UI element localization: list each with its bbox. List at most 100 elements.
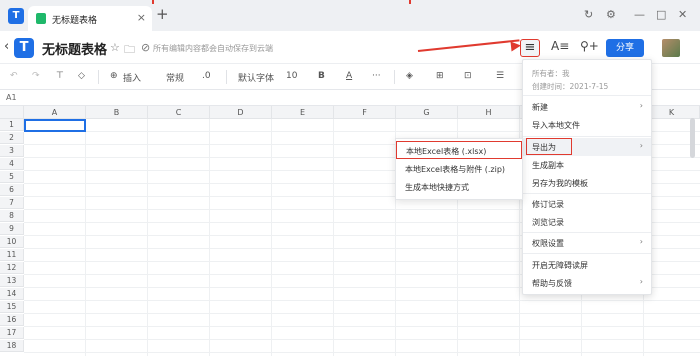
menu-item-export[interactable]: 导出为 ›	[523, 138, 651, 156]
row-header[interactable]: 11	[0, 249, 24, 261]
add-collaborator-icon[interactable]: ⚲+	[580, 39, 599, 53]
more-icon[interactable]: ···	[372, 71, 381, 81]
grid-line	[271, 119, 272, 356]
divider	[226, 70, 227, 84]
select-all-corner[interactable]	[0, 106, 24, 119]
insert-icon[interactable]: ⊕	[110, 71, 118, 81]
insert-button[interactable]: 插入	[123, 71, 141, 84]
grid-line	[24, 313, 700, 314]
avatar[interactable]	[662, 39, 680, 57]
font-style-icon[interactable]: A≡	[551, 39, 569, 53]
divider	[523, 253, 651, 254]
row-header[interactable]: 16	[0, 314, 24, 326]
star-icon[interactable]: ☆	[110, 41, 120, 54]
cell-reference[interactable]: A1	[6, 93, 17, 102]
logo-icon[interactable]: T	[14, 38, 34, 58]
number-format-dropdown[interactable]: 常规	[166, 71, 184, 84]
row-header[interactable]: 7	[0, 197, 24, 209]
export-xlsx-option[interactable]: 本地Excel表格 (.xlsx)	[396, 141, 522, 159]
border-icon[interactable]: ⊞	[436, 71, 444, 81]
row-header[interactable]: 5	[0, 171, 24, 183]
column-header[interactable]: A	[24, 106, 86, 119]
column-header[interactable]: D	[210, 106, 272, 119]
submenu-item-label: 本地Excel表格 (.xlsx)	[406, 147, 487, 156]
row-header[interactable]: 12	[0, 262, 24, 274]
row-header[interactable]: 9	[0, 223, 24, 235]
row-header[interactable]: 17	[0, 327, 24, 339]
row-header[interactable]: 6	[0, 184, 24, 196]
divider	[523, 193, 651, 194]
font-color-icon[interactable]: A	[346, 71, 352, 81]
column-header[interactable]: B	[86, 106, 148, 119]
redo-icon[interactable]: ↷	[32, 71, 40, 81]
chevron-right-icon: ›	[639, 141, 643, 150]
menu-item-label: 开启无障碍读屏	[532, 261, 588, 270]
app-logo-icon: T	[8, 8, 24, 24]
close-tab-icon[interactable]: ×	[137, 11, 146, 24]
grid-line	[85, 119, 86, 356]
grid-line	[147, 119, 148, 356]
menu-item-permissions[interactable]: 权限设置 ›	[523, 234, 651, 252]
align-icon[interactable]: ☰	[496, 71, 504, 81]
row-header[interactable]: 1	[0, 119, 24, 131]
grid-line	[24, 352, 700, 353]
menu-item-import[interactable]: 导入本地文件	[523, 116, 651, 134]
folder-icon[interactable]: 🗀	[124, 41, 135, 60]
created-info: 创建时间：2021-7-15	[532, 82, 609, 91]
format-painter-icon[interactable]: ⊤	[56, 71, 64, 81]
settings-icon[interactable]: ⚙	[606, 8, 616, 21]
grid-line	[333, 119, 334, 356]
menu-item-history[interactable]: 浏览记录	[523, 213, 651, 231]
row-header[interactable]: 10	[0, 236, 24, 248]
row-header[interactable]: 8	[0, 210, 24, 222]
more-menu: 所有者：我 创建时间：2021-7-15 新建 › 导入本地文件 导出为 › 生…	[522, 59, 652, 295]
sheet-icon	[36, 13, 46, 24]
menu-item-help[interactable]: 帮助与反馈 ›	[523, 274, 651, 292]
export-zip-option[interactable]: 本地Excel表格与附件 (.zip)	[396, 160, 522, 178]
menu-item-label: 导出为	[532, 143, 556, 152]
row-header[interactable]: 4	[0, 158, 24, 170]
column-header[interactable]: E	[272, 106, 334, 119]
maximize-icon[interactable]: □	[656, 8, 666, 21]
create-shortcut-option[interactable]: 生成本地快捷方式	[396, 178, 522, 196]
fill-color-icon[interactable]: ◈	[406, 71, 413, 81]
more-menu-button[interactable]: ≡	[520, 39, 540, 57]
font-family-dropdown[interactable]: 默认字体	[238, 71, 274, 84]
column-header[interactable]: F	[334, 106, 396, 119]
refresh-icon[interactable]: ↻	[584, 8, 593, 21]
vertical-scrollbar[interactable]	[690, 118, 695, 158]
undo-icon[interactable]: ↶	[10, 71, 18, 81]
close-window-icon[interactable]: ✕	[678, 8, 687, 21]
row-header[interactable]: 18	[0, 340, 24, 352]
back-icon[interactable]: ‹	[4, 39, 9, 54]
minimize-icon[interactable]: —	[634, 8, 645, 21]
selected-cell[interactable]	[24, 119, 86, 132]
menu-item-save-template[interactable]: 另存为我的模板	[523, 174, 651, 192]
row-header[interactable]: 2	[0, 132, 24, 144]
column-header[interactable]: H	[458, 106, 520, 119]
bold-icon[interactable]: B	[318, 71, 325, 81]
merge-icon[interactable]: ⊡	[464, 71, 472, 81]
column-header[interactable]: G	[396, 106, 458, 119]
divider	[394, 70, 395, 84]
menu-item-new[interactable]: 新建 ›	[523, 98, 651, 116]
clear-format-icon[interactable]: ◇	[78, 71, 85, 81]
share-button[interactable]: 分享	[606, 39, 644, 57]
decimal-button[interactable]: .0	[202, 71, 211, 81]
row-header[interactable]: 13	[0, 275, 24, 287]
new-tab-button[interactable]: +	[156, 5, 169, 23]
menu-item-label: 帮助与反馈	[532, 279, 572, 288]
row-header[interactable]: 3	[0, 145, 24, 157]
column-header[interactable]: C	[148, 106, 210, 119]
decoration-mark	[152, 0, 154, 4]
menu-item-revisions[interactable]: 修订记录	[523, 195, 651, 213]
grid-line	[24, 326, 700, 327]
document-title[interactable]: 无标题表格	[42, 39, 107, 58]
row-header[interactable]: 14	[0, 288, 24, 300]
submenu-item-label: 生成本地快捷方式	[405, 183, 469, 192]
menu-item-copy[interactable]: 生成副本	[523, 156, 651, 174]
tab-document[interactable]: 无标题表格 ×	[28, 6, 152, 31]
font-size-dropdown[interactable]: 10	[286, 71, 297, 81]
row-header[interactable]: 15	[0, 301, 24, 313]
menu-item-accessibility[interactable]: 开启无障碍读屏	[523, 256, 651, 274]
